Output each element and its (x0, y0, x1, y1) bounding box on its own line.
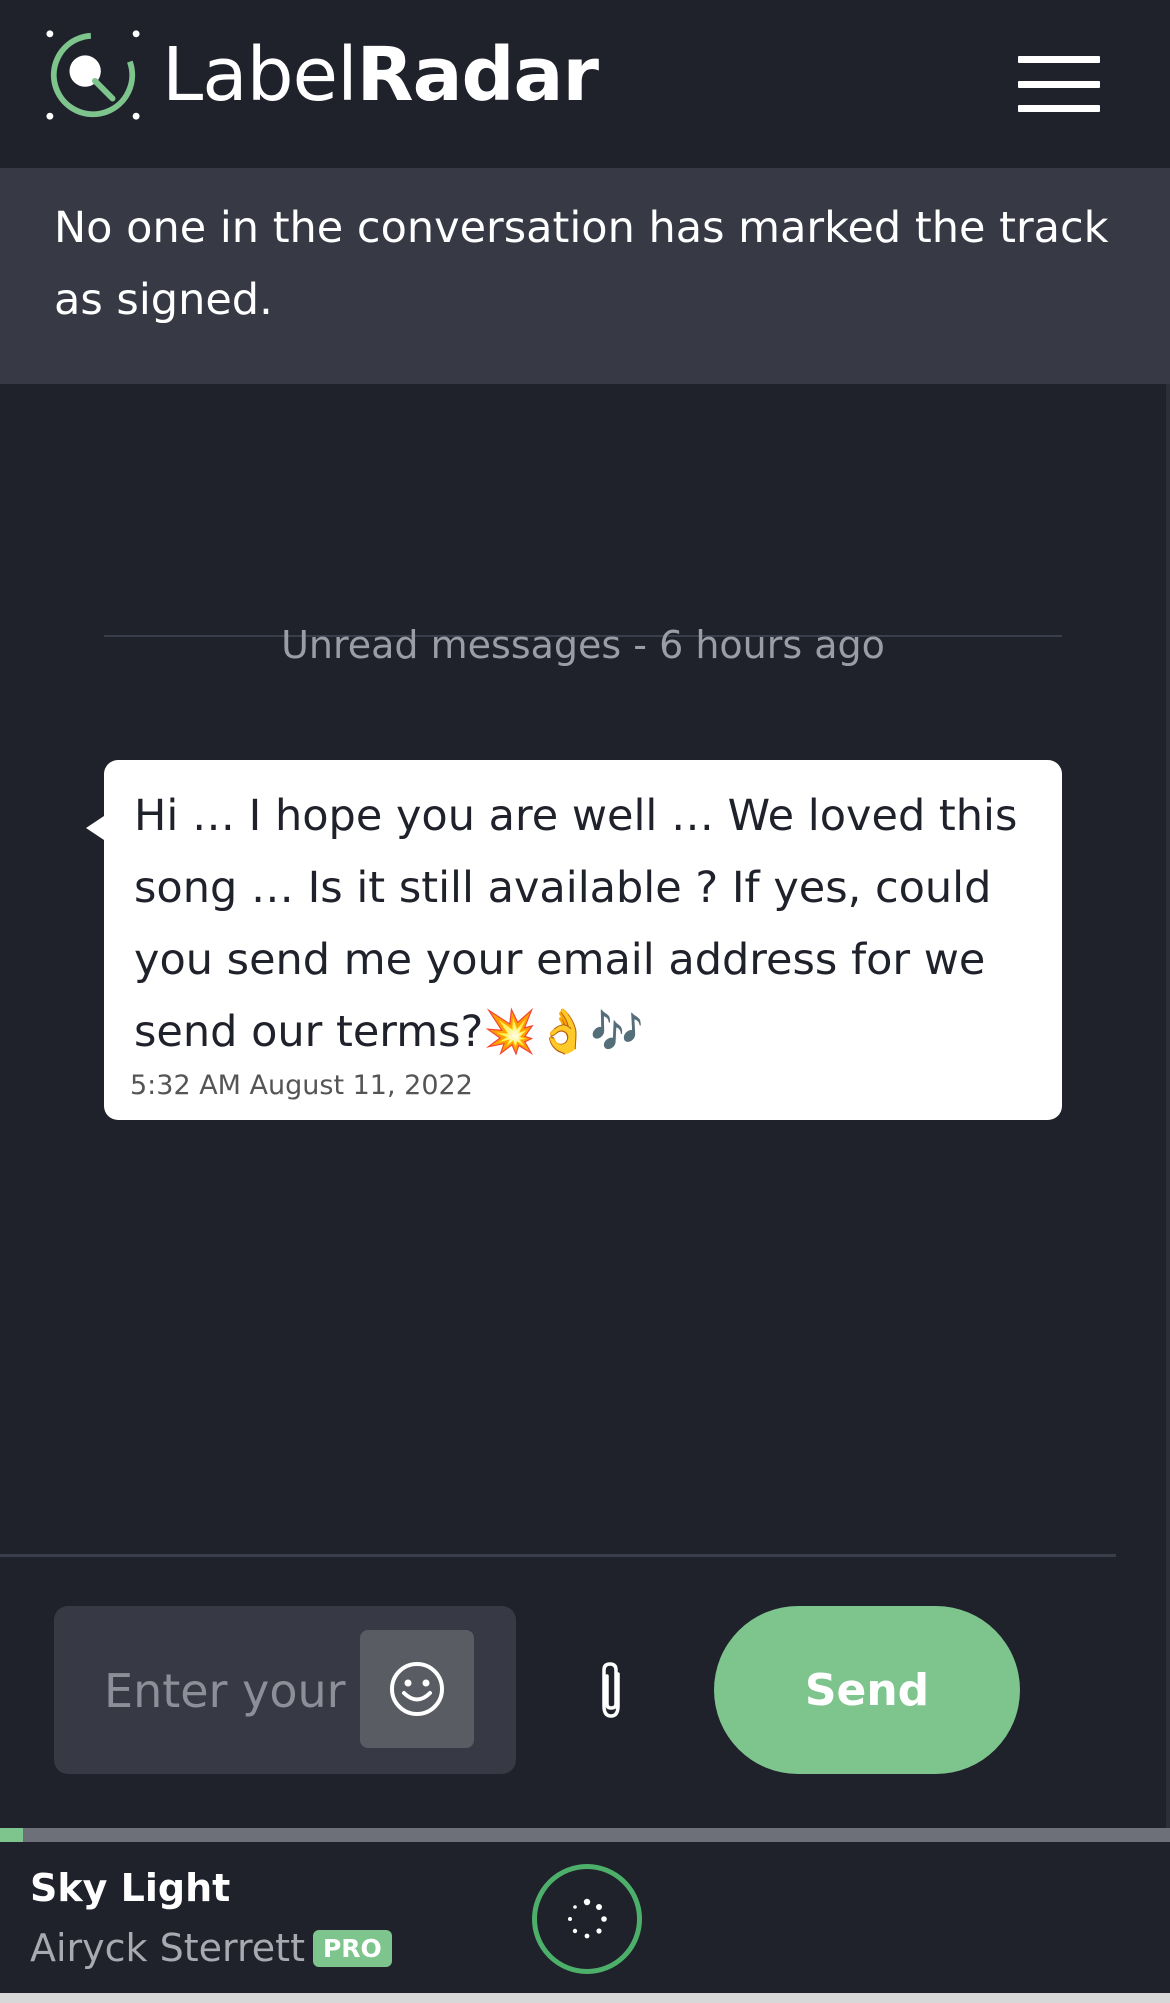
loading-spinner-icon (568, 1898, 607, 1939)
app-header: LabelRadar (0, 0, 1170, 168)
message-bubble: Hi … I hope you are well … We loved this… (86, 760, 1062, 1120)
hamburger-menu-icon[interactable] (1018, 56, 1100, 112)
composer-divider (0, 1554, 1116, 1557)
message-text: Hi … I hope you are well … We loved this… (134, 791, 1018, 1057)
send-button[interactable]: Send (714, 1606, 1020, 1774)
logo-text-light: Label (162, 32, 358, 118)
unread-divider: Unread messages - 6 hours ago (104, 615, 1062, 675)
radar-logo-icon (46, 30, 140, 120)
paperclip-icon (602, 1662, 620, 1718)
message-timestamp: 5:32 AM August 11, 2022 (130, 1070, 473, 1101)
mini-player: Sky Light Airyck Sterrett PRO (0, 1842, 1170, 1993)
labelradar-logo[interactable]: LabelRadar (44, 26, 599, 124)
smiley-icon (390, 1662, 444, 1716)
playback-progress-fill (0, 1828, 24, 1842)
unread-divider-label: Unread messages - 6 hours ago (281, 623, 885, 667)
playback-progress-bar[interactable] (0, 1828, 1170, 1842)
pro-badge: PRO (312, 1929, 392, 1967)
logo-text-bold: Radar (356, 32, 599, 118)
attach-button[interactable] (590, 1660, 632, 1724)
scroll-edge (1166, 384, 1170, 1828)
play-button[interactable] (532, 1864, 642, 1974)
track-artist[interactable]: Airyck Sterrett (30, 1926, 305, 1970)
track-artist-row: Airyck Sterrett PRO (30, 1926, 392, 1970)
logo-wordmark: LabelRadar (162, 38, 599, 112)
track-title[interactable]: Sky Light (30, 1866, 230, 1910)
signed-status-notice: No one in the conversation has marked th… (0, 168, 1170, 384)
message-input[interactable] (102, 1654, 396, 1728)
emoji-button[interactable] (360, 1630, 474, 1748)
bottom-edge (0, 1993, 1170, 2003)
message-input-container (54, 1606, 516, 1774)
